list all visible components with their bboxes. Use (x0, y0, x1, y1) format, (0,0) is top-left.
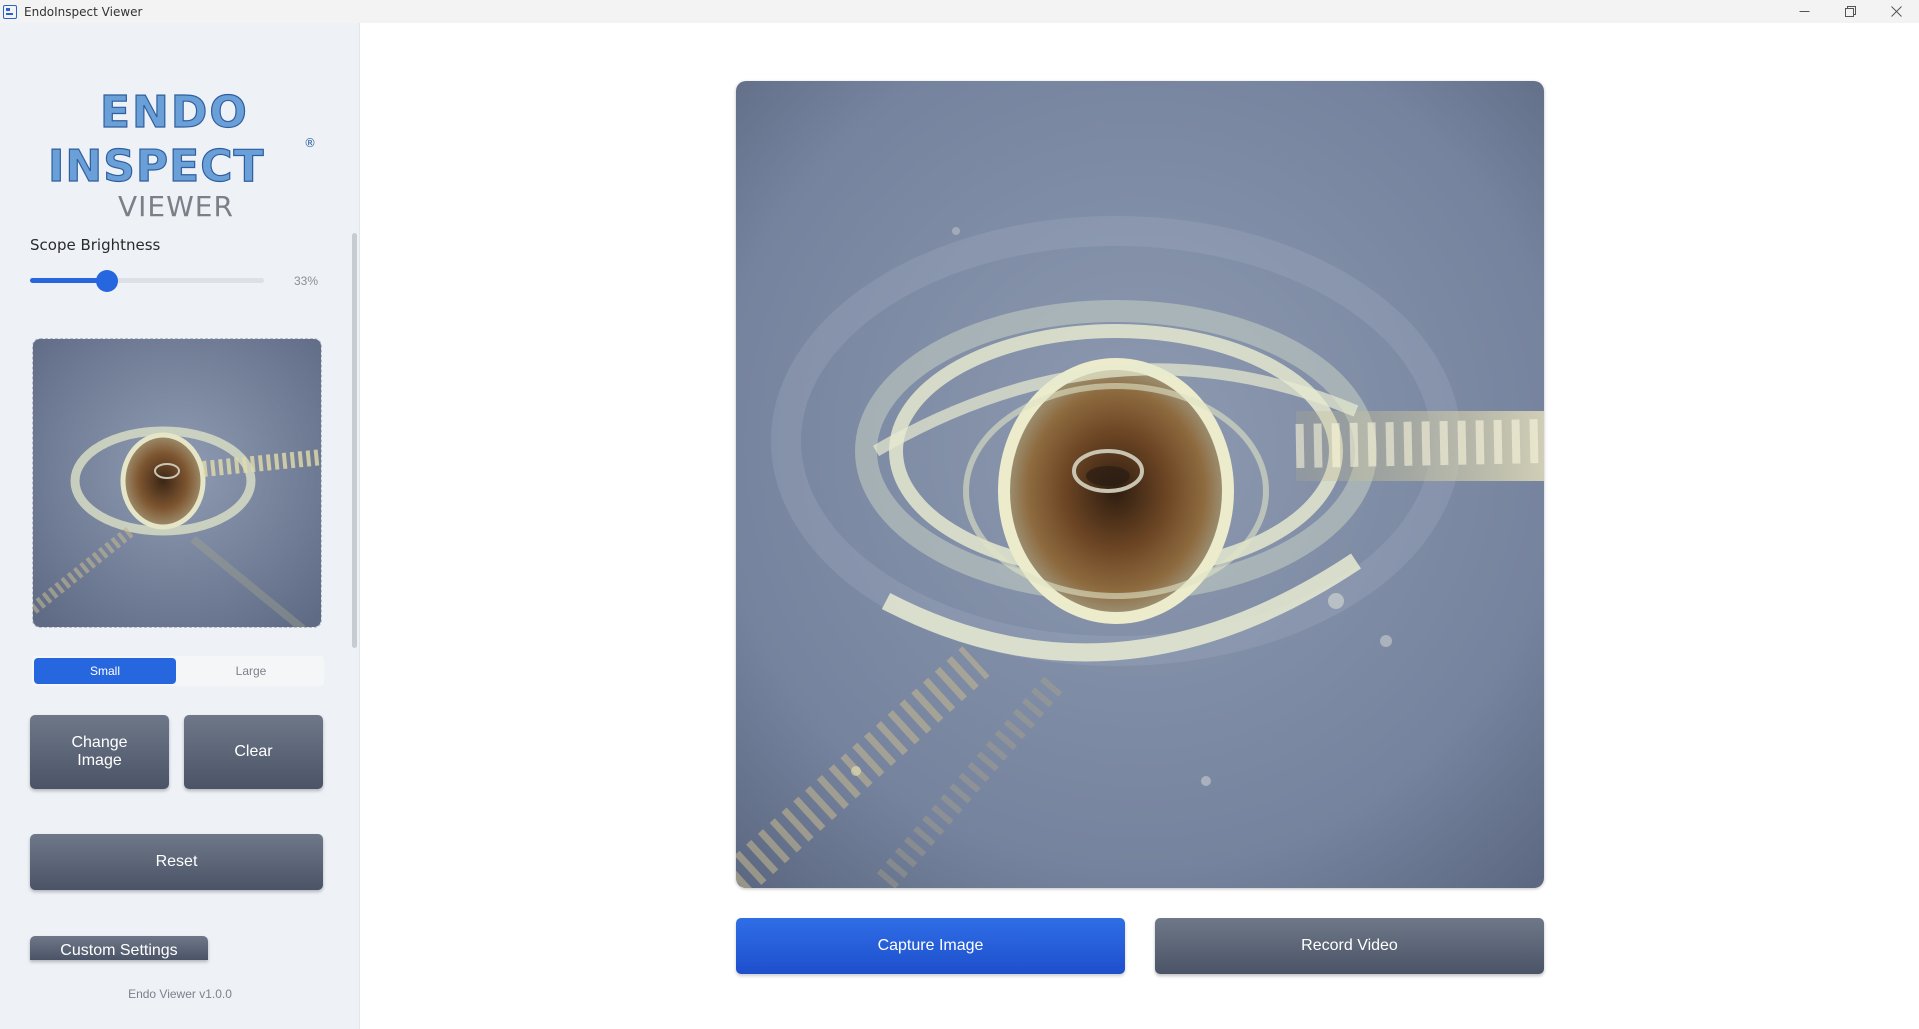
slider-thumb[interactable] (96, 270, 119, 292)
version-label: Endo Viewer v1.0.0 (128, 987, 232, 1001)
brightness-slider[interactable] (30, 270, 264, 292)
scope-viewer[interactable] (736, 81, 1544, 888)
logo-line1: ENDO (100, 87, 249, 138)
sidebar-scrollbar[interactable] (352, 233, 357, 648)
title-bar: EndoInspect Viewer (0, 0, 1919, 23)
size-option-small[interactable]: Small (34, 658, 176, 684)
window-title: EndoInspect Viewer (24, 4, 143, 19)
restore-icon (1844, 6, 1856, 17)
restore-button[interactable] (1827, 0, 1873, 23)
change-image-button[interactable]: Change Image (30, 715, 169, 789)
capture-image-button[interactable]: Capture Image (736, 918, 1125, 974)
minimize-icon (1799, 11, 1809, 12)
app-icon (3, 4, 17, 19)
window-controls (1781, 0, 1919, 23)
size-option-large[interactable]: Large (180, 658, 322, 684)
clear-button[interactable]: Clear (184, 715, 323, 789)
logo: ENDO INSPECT ® VIEWER (46, 69, 318, 223)
close-button[interactable] (1873, 0, 1919, 23)
sidebar: ENDO INSPECT ® VIEWER Scope Brightness 3… (0, 23, 360, 1029)
logo-line2: INSPECT (48, 141, 265, 192)
logo-registered: ® (304, 136, 316, 150)
close-icon (1890, 6, 1902, 17)
reset-button[interactable]: Reset (30, 834, 323, 890)
logo-line3: VIEWER (118, 190, 234, 219)
brightness-value: 33% (294, 274, 319, 288)
minimize-button[interactable] (1781, 0, 1827, 23)
brightness-label: Scope Brightness (30, 236, 161, 254)
size-toggle: Small Large (32, 656, 324, 686)
custom-settings-button[interactable]: Custom Settings (30, 936, 208, 960)
preview-thumbnail[interactable] (32, 338, 322, 628)
record-video-button[interactable]: Record Video (1155, 918, 1544, 974)
